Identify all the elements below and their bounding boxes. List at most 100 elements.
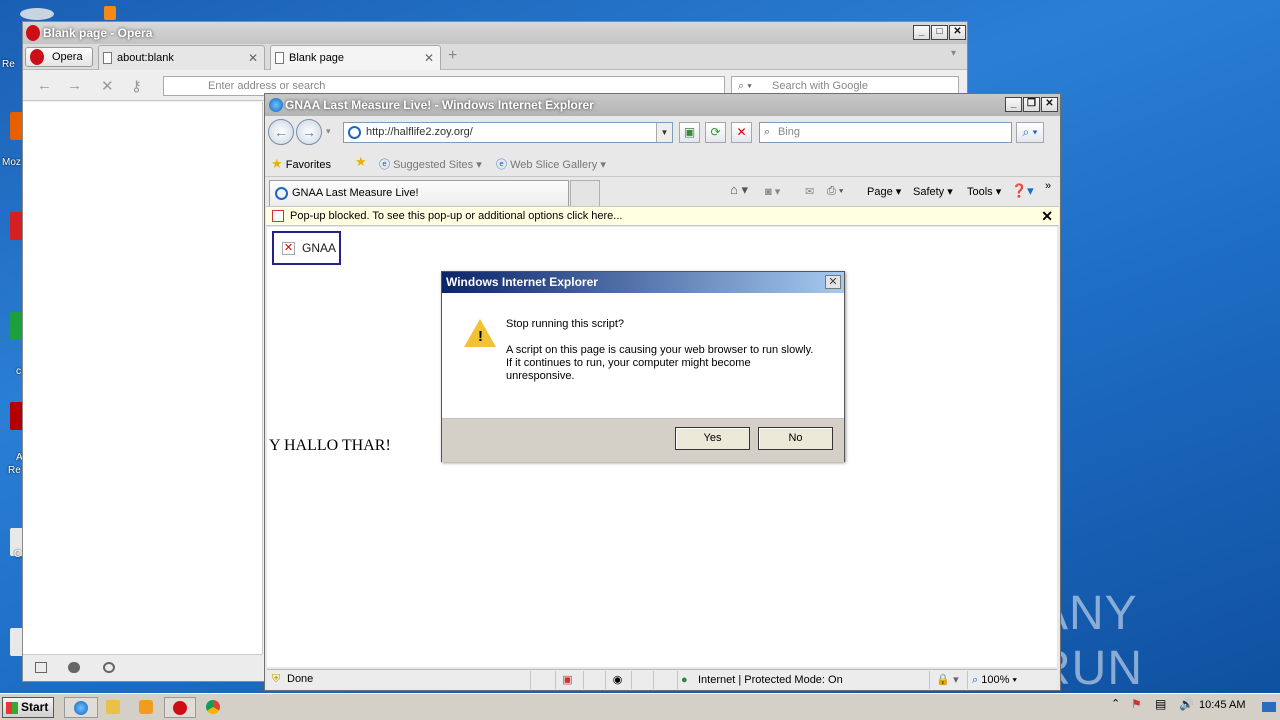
read-mail-icon[interactable]: ✉ bbox=[805, 185, 814, 198]
compatibility-icon[interactable]: ▣ bbox=[679, 122, 700, 143]
taskbar-clock[interactable]: 10:45 AM bbox=[1199, 699, 1245, 711]
no-button[interactable]: No bbox=[758, 427, 833, 450]
taskbar-media-button[interactable] bbox=[133, 697, 161, 718]
dialog-message-line: A script on this page is causing your we… bbox=[506, 344, 814, 356]
chevron-down-icon[interactable]: ▼ bbox=[656, 123, 672, 142]
zone-indicator[interactable]: ● Internet | Protected Mode: On bbox=[677, 671, 927, 689]
key-icon[interactable]: ⚷ bbox=[131, 77, 142, 95]
refresh-icon[interactable]: ⟳ bbox=[705, 122, 726, 143]
show-desktop-icon[interactable] bbox=[1262, 702, 1276, 712]
stop-icon[interactable]: ✕ bbox=[101, 77, 114, 95]
desktop-label: Moz bbox=[2, 157, 21, 168]
new-tab-icon[interactable]: + bbox=[448, 47, 457, 65]
tab-menu-icon[interactable]: ▾ bbox=[951, 48, 956, 59]
taskbar-chrome-button[interactable] bbox=[200, 697, 228, 718]
close-icon[interactable]: ✕ bbox=[1041, 207, 1053, 225]
new-tab-button[interactable] bbox=[570, 180, 600, 206]
taskbar-opera-button[interactable] bbox=[164, 697, 196, 718]
taskbar-explorer-button[interactable] bbox=[100, 697, 128, 718]
forward-icon[interactable]: → bbox=[67, 77, 82, 94]
ie-tab-row: GNAA Last Measure Live! ⌂ ▾ ◙ ▾ ✉ ⎙ ▾ Pa… bbox=[265, 178, 1060, 206]
tab-close-icon[interactable]: ✕ bbox=[424, 46, 434, 70]
dialog-message-line: If it continues to run, your computer mi… bbox=[506, 357, 751, 369]
yes-button[interactable]: Yes bbox=[675, 427, 750, 450]
vlc-icon[interactable] bbox=[104, 6, 116, 20]
search-placeholder: Bing bbox=[778, 126, 801, 138]
globe-icon: ● bbox=[681, 674, 688, 686]
zoom-icon: ⌕ bbox=[972, 674, 979, 686]
desktop-label: Re bbox=[2, 59, 15, 70]
warning-mark: ! bbox=[478, 328, 483, 345]
ie-url-input[interactable]: http://halflife2.zoy.org/ ▼ bbox=[343, 122, 673, 143]
ie-titlebar[interactable]: GNAA Last Measure Live! - Windows Intern… bbox=[265, 94, 1060, 116]
tab-blank-page[interactable]: Blank page ✕ bbox=[270, 45, 441, 70]
close-icon[interactable]: ✕ bbox=[825, 275, 841, 289]
back-icon[interactable]: ← bbox=[268, 119, 294, 145]
volume-icon[interactable]: 🔊 bbox=[1179, 697, 1194, 711]
privacy-icon[interactable]: ◉ bbox=[605, 671, 629, 689]
zoom-level: 100% bbox=[981, 674, 1010, 686]
popup-blocked-bar[interactable]: Pop-up blocked. To see this pop-up or ad… bbox=[266, 206, 1059, 226]
action-center-icon[interactable]: ⚑ bbox=[1131, 697, 1142, 711]
opera-logo-icon bbox=[30, 49, 44, 65]
url-text: http://halflife2.zoy.org/ bbox=[366, 126, 473, 138]
restore-icon[interactable]: ❐ bbox=[1023, 97, 1040, 112]
feeds-icon[interactable]: ◙ ▾ bbox=[765, 185, 780, 198]
start-button[interactable]: Start bbox=[2, 697, 54, 718]
recycle-bin-icon[interactable] bbox=[20, 8, 54, 20]
opera-logo-icon bbox=[173, 701, 187, 715]
minimize-icon[interactable]: _ bbox=[1005, 97, 1022, 112]
media-player-icon bbox=[139, 700, 153, 714]
folder-icon bbox=[106, 700, 120, 714]
print-icon[interactable]: ⎙ ▾ bbox=[827, 185, 843, 198]
help-icon[interactable]: ❓▾ bbox=[1011, 183, 1034, 199]
tab-gnaa[interactable]: GNAA Last Measure Live! bbox=[269, 180, 569, 206]
tab-label: about:blank bbox=[117, 52, 174, 64]
network-icon[interactable]: ▤ bbox=[1155, 697, 1166, 711]
tab-about-blank[interactable]: about:blank ✕ bbox=[98, 45, 265, 70]
ie-page-icon bbox=[348, 126, 361, 139]
web-slice-gallery-link[interactable]: ⓔ Web Slice Gallery ▾ bbox=[496, 156, 606, 172]
tray-expand-icon[interactable]: ⌃ bbox=[1111, 697, 1120, 710]
more-icon[interactable]: » bbox=[1045, 180, 1051, 192]
safety-menu[interactable]: Safety ▾ bbox=[913, 185, 953, 198]
dialog-titlebar[interactable]: Windows Internet Explorer ✕ bbox=[442, 272, 844, 293]
opera-page-content bbox=[23, 102, 263, 654]
opera-window-title: Blank page - Opera bbox=[43, 26, 153, 40]
ie-search-input[interactable]: ⌕ Bing bbox=[759, 122, 1012, 143]
recent-pages-icon[interactable]: ▾ bbox=[326, 126, 331, 137]
tab-close-icon[interactable]: ✕ bbox=[248, 46, 258, 70]
forward-icon[interactable]: → bbox=[296, 119, 322, 145]
ie-page-icon: ⓔ bbox=[496, 159, 507, 171]
gnaa-image-link[interactable]: ✕ GNAA bbox=[272, 231, 341, 265]
panel-toggle-icon[interactable] bbox=[35, 662, 47, 673]
home-icon[interactable]: ⌂ ▾ bbox=[730, 182, 748, 198]
opera-menu-label: Opera bbox=[52, 51, 83, 63]
address-placeholder: Enter address or search bbox=[208, 80, 326, 92]
back-icon[interactable]: ← bbox=[37, 77, 52, 94]
tab-title: GNAA Last Measure Live! bbox=[292, 187, 419, 199]
taskbar-ie-button[interactable] bbox=[64, 697, 98, 718]
desktop-label: c bbox=[16, 366, 21, 377]
favorites-button[interactable]: ★ Favorites bbox=[271, 156, 331, 172]
ie-window-title: GNAA Last Measure Live! - Windows Intern… bbox=[285, 98, 594, 112]
protected-mode-icon[interactable]: 🔒 ▾ bbox=[929, 671, 965, 689]
maximize-icon[interactable]: □ bbox=[931, 25, 948, 40]
add-favorites-icon[interactable]: ★ bbox=[355, 154, 367, 170]
cloud-icon[interactable] bbox=[68, 662, 80, 673]
opera-logo-icon bbox=[26, 25, 40, 41]
anyrun-watermark: ANY RUN bbox=[1036, 587, 1236, 695]
tools-menu[interactable]: Tools ▾ bbox=[967, 185, 1001, 198]
opera-menu-button[interactable]: Opera bbox=[25, 47, 93, 67]
minimize-icon[interactable]: _ bbox=[913, 25, 930, 40]
opera-titlebar[interactable]: Blank page - Opera _ □ ✕ bbox=[23, 22, 967, 44]
stop-icon[interactable]: ✕ bbox=[731, 122, 752, 143]
suggested-sites-link[interactable]: ⓔ Suggested Sites ▾ bbox=[379, 156, 482, 172]
close-icon[interactable]: ✕ bbox=[1041, 97, 1058, 112]
popup-status-icon[interactable]: ▣ bbox=[555, 671, 579, 689]
page-menu[interactable]: Page ▾ bbox=[867, 185, 901, 198]
search-go-icon[interactable]: ⌕ ▾ bbox=[1016, 122, 1044, 143]
zoom-control[interactable]: ⌕ 100% ▾ bbox=[967, 671, 1037, 689]
close-icon[interactable]: ✕ bbox=[949, 25, 966, 40]
speed-icon[interactable] bbox=[103, 662, 115, 673]
